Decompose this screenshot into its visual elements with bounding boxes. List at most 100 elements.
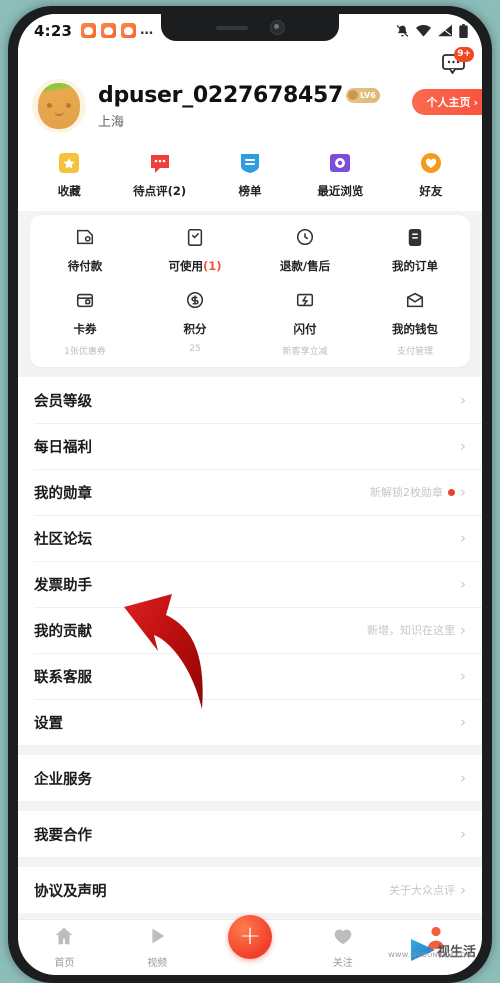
- list-item-enterprise-service[interactable]: 企业服务 ›: [18, 755, 482, 801]
- list-item-community-forum[interactable]: 社区论坛 ›: [18, 515, 482, 561]
- message-bubble-icon[interactable]: 9+: [442, 47, 474, 76]
- order-item-coupons[interactable]: 卡券 1张优惠券: [30, 290, 140, 357]
- list-item-my-medals[interactable]: 我的勋章 新解锁2枚勋章 ›: [18, 469, 482, 515]
- list-item-membership-level[interactable]: 会员等级 ›: [18, 377, 482, 423]
- username: dpuser_0227678457: [98, 82, 343, 108]
- quick-action-label: 最近浏览: [317, 184, 364, 198]
- list-item-label: 企业服务: [34, 771, 92, 788]
- quick-action-friends[interactable]: 好友: [386, 151, 476, 199]
- chevron-right-icon: ›: [460, 666, 466, 685]
- level-badge-icon: [348, 90, 358, 100]
- chevron-right-icon: ›: [460, 768, 466, 787]
- list-item-right: ›: [460, 392, 466, 408]
- chevron-right-icon: ›: [460, 824, 466, 843]
- my-wallet-icon: [405, 290, 425, 314]
- list-item-right: ›: [460, 824, 466, 843]
- nav-item-add[interactable]: +: [204, 915, 297, 959]
- list-item-contact-support[interactable]: 联系客服 ›: [18, 653, 482, 699]
- order-item-label: 退款/售后: [279, 259, 331, 273]
- chevron-right-icon: ›: [460, 712, 466, 731]
- order-item-refund[interactable]: 退款/售后: [250, 227, 360, 274]
- order-item-label: 待付款: [67, 259, 103, 273]
- list-item-hint: 新增，知识在这里: [367, 624, 455, 637]
- list-item-right: ›: [460, 768, 466, 787]
- unread-dot-icon: [448, 488, 455, 496]
- order-grid-row-1: 待付款 可使用(1) 退款/售后 我的订单: [30, 227, 470, 274]
- avatar[interactable]: [32, 79, 86, 133]
- front-camera: [269, 20, 285, 35]
- message-unread-badge: 9+: [454, 47, 474, 62]
- avatar-eye-left: [47, 103, 52, 108]
- page-scroll-area[interactable]: 9+ dpuser_0227678457 LV6 上海 个人主页 › 收藏 待点…: [18, 47, 482, 919]
- watermark-url: WWW.SHIDONGSM.COM: [388, 951, 472, 959]
- list-item-cooperation[interactable]: 我要合作 ›: [18, 811, 482, 857]
- recent-browse-icon: [327, 151, 353, 177]
- level-badge: LV6: [346, 87, 380, 103]
- flash-pay-icon: [295, 290, 315, 314]
- order-item-sub: 1张优惠券: [64, 347, 106, 357]
- quick-action-label: 待点评(2): [133, 184, 187, 198]
- nav-item-home[interactable]: 首页: [18, 925, 111, 969]
- order-item-sub: 支付管理: [396, 347, 433, 357]
- list-item-invoice-assistant[interactable]: 发票助手 ›: [18, 561, 482, 607]
- profile-header: 9+ dpuser_0227678457 LV6 上海 个人主页 ›: [18, 47, 482, 143]
- order-item-label: 我的订单: [392, 259, 438, 273]
- status-bar: 4:23 …: [18, 14, 482, 47]
- order-item-label: 积分: [183, 322, 207, 336]
- battery-icon: [459, 23, 468, 38]
- nav-item-label: 视频: [147, 958, 168, 969]
- order-grid-row-2: 卡券 1张优惠券 积分 25 闪付 新客享立减 我的钱包 支付管理: [30, 290, 470, 357]
- order-item-label: 我的钱包: [392, 322, 438, 336]
- order-item-points[interactable]: 积分 25: [140, 290, 250, 357]
- order-item-usable[interactable]: 可使用(1): [140, 227, 250, 274]
- order-item-my-wallet[interactable]: 我的钱包 支付管理: [360, 290, 470, 357]
- nav-item-label: 关注: [332, 958, 353, 969]
- quick-action-ranking[interactable]: 榜单: [205, 151, 295, 199]
- list-item-daily-benefits[interactable]: 每日福利 ›: [18, 423, 482, 469]
- list-item-label: 社区论坛: [34, 531, 92, 548]
- avatar-eye-right: [66, 103, 71, 108]
- chevron-right-icon: ›: [460, 482, 466, 501]
- quick-action-recent-browse[interactable]: 最近浏览: [295, 151, 385, 199]
- quick-action-label: 好友: [419, 184, 443, 198]
- status-bar-right-icons: [396, 23, 468, 38]
- plus-glyph: +: [239, 920, 261, 951]
- signal-icon: [438, 24, 452, 37]
- order-item-pending-payment[interactable]: 待付款: [30, 227, 140, 274]
- list-item-agreements[interactable]: 协议及声明 关于大众点评 ›: [18, 867, 482, 913]
- nav-item-follow[interactable]: 关注: [296, 925, 389, 969]
- order-item-sub: 25: [189, 344, 201, 354]
- order-item-my-orders[interactable]: 我的订单: [360, 227, 470, 274]
- home-icon: [53, 925, 75, 951]
- profile-row[interactable]: dpuser_0227678457 LV6 上海: [32, 79, 468, 133]
- order-item-label: 闪付: [293, 322, 317, 336]
- list-item-label: 会员等级: [34, 393, 92, 410]
- list-item-right: 新增，知识在这里 ›: [367, 622, 466, 638]
- list-item-settings[interactable]: 设置 ›: [18, 699, 482, 745]
- list-item-label: 协议及声明: [34, 883, 107, 900]
- order-item-label: 卡券: [73, 322, 97, 336]
- order-item-flash-pay[interactable]: 闪付 新客享立减: [250, 290, 360, 357]
- nav-item-video[interactable]: 视频: [111, 925, 204, 969]
- list-item-right: ›: [460, 712, 466, 731]
- quick-action-favorites[interactable]: 收藏: [24, 151, 114, 199]
- mute-bell-icon: [396, 24, 409, 38]
- app-notif-icon: [81, 23, 97, 38]
- list-item-right: 关于大众点评 ›: [389, 882, 466, 898]
- list-item-right: ›: [460, 438, 466, 454]
- list-item-label: 设置: [34, 715, 63, 732]
- quick-action-pending-review[interactable]: 待点评(2): [114, 151, 204, 199]
- list-item-my-contributions[interactable]: 我的贡献 新增，知识在这里 ›: [18, 607, 482, 653]
- status-bar-time: 4:23: [34, 21, 73, 40]
- add-plus-fab-icon[interactable]: +: [227, 915, 272, 959]
- chevron-right-icon: ›: [460, 880, 466, 899]
- chevron-right-icon: ›: [460, 528, 466, 547]
- personal-homepage-label: 个人主页: [426, 96, 471, 109]
- list-item-right: ›: [460, 576, 466, 592]
- quick-action-label: 收藏: [57, 184, 81, 198]
- list-item-label: 我要合作: [34, 827, 92, 844]
- personal-homepage-button[interactable]: 个人主页 ›: [412, 89, 482, 115]
- star-bookmark-icon: [56, 151, 82, 177]
- wallet-pay-icon: [75, 227, 95, 251]
- points-coin-icon: [185, 290, 205, 314]
